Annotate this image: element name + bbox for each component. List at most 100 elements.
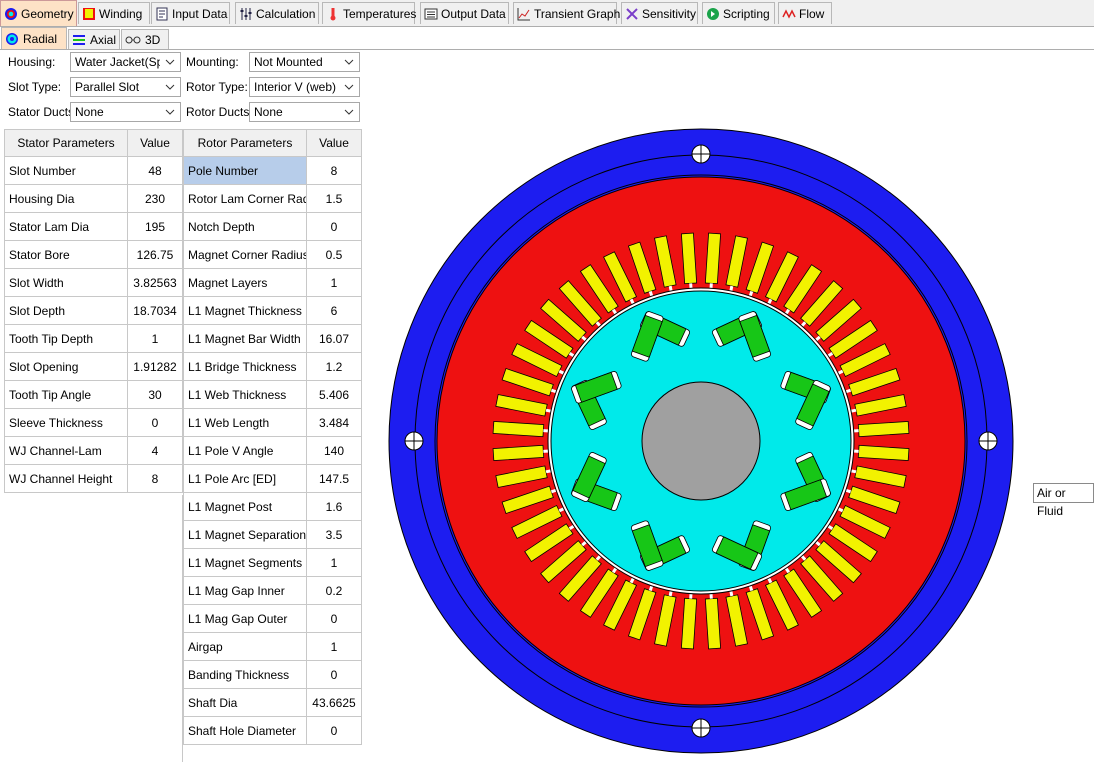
parameter-value-cell[interactable]: 1.2 — [306, 352, 362, 381]
table-row[interactable]: Slot Width 3.82563 — [4, 268, 183, 297]
parameter-value-cell[interactable]: 6 — [306, 296, 362, 325]
parameter-name-cell[interactable]: L1 Pole V Angle — [183, 436, 307, 465]
parameter-name-cell[interactable]: L1 Magnet Separation — [183, 520, 307, 549]
table-row[interactable]: L1 Magnet Bar Width 16.07 — [183, 324, 362, 353]
table-row[interactable]: L1 Magnet Thickness 6 — [183, 296, 362, 325]
table-row[interactable]: L1 Pole V Angle 140 — [183, 436, 362, 465]
tab-scripting[interactable]: Scripting — [702, 2, 775, 24]
table-row[interactable]: L1 Mag Gap Inner 0.2 — [183, 576, 362, 605]
tab-output-data[interactable]: Output Data — [420, 2, 509, 24]
parameter-name-cell[interactable]: L1 Magnet Segments — [183, 548, 307, 577]
table-row[interactable]: L1 Pole Arc [ED] 147.5 — [183, 464, 362, 493]
parameter-value-cell[interactable]: 0.5 — [306, 240, 362, 269]
parameter-name-cell[interactable]: Notch Depth — [183, 212, 307, 241]
parameter-value-cell[interactable]: 5.406 — [306, 380, 362, 409]
parameter-name-cell[interactable]: Shaft Dia — [183, 688, 307, 717]
parameter-name-cell[interactable]: Housing Dia — [4, 184, 128, 213]
parameter-name-cell[interactable]: Stator Lam Dia — [4, 212, 128, 241]
stator-ducts-select[interactable]: None — [70, 102, 181, 122]
parameter-value-cell[interactable]: 43.6625 — [306, 688, 362, 717]
parameter-value-cell[interactable]: 3.5 — [306, 520, 362, 549]
table-row[interactable]: Tooth Tip Depth 1 — [4, 324, 183, 353]
parameter-name-cell[interactable]: L1 Web Thickness — [183, 380, 307, 409]
tab-winding[interactable]: Winding — [78, 2, 150, 24]
parameter-value-cell[interactable]: 1.6 — [306, 492, 362, 521]
table-row[interactable]: Magnet Corner Radius 0.5 — [183, 240, 362, 269]
table-row[interactable]: Rotor Lam Corner Radius1.5 — [183, 184, 362, 213]
rotor-type-select[interactable]: Interior V (web) — [249, 77, 360, 97]
tab-sensitivity[interactable]: Sensitivity — [621, 2, 698, 24]
table-row[interactable]: Stator Bore 126.75 — [4, 240, 183, 269]
table-row[interactable]: Slot Number 48 — [4, 156, 183, 185]
table-row[interactable]: Tooth Tip Angle 30 — [4, 380, 183, 409]
parameter-name-cell[interactable]: Slot Opening — [4, 352, 128, 381]
parameter-value-cell[interactable]: 16.07 — [306, 324, 362, 353]
parameter-name-cell[interactable]: Slot Width — [4, 268, 128, 297]
table-row[interactable]: Notch Depth 0 — [183, 212, 362, 241]
table-row[interactable]: Sleeve Thickness 0 — [4, 408, 183, 437]
slot-type-select[interactable]: Parallel Slot — [70, 77, 181, 97]
parameter-name-cell[interactable]: Stator Bore — [4, 240, 128, 269]
parameter-value-cell[interactable]: 147.5 — [306, 464, 362, 493]
parameter-name-cell[interactable]: L1 Mag Gap Outer — [183, 604, 307, 633]
parameter-name-cell[interactable]: Airgap — [183, 632, 307, 661]
parameter-name-cell[interactable]: L1 Web Length — [183, 408, 307, 437]
parameter-name-cell[interactable]: Tooth Tip Depth — [4, 324, 128, 353]
table-row[interactable]: L1 Mag Gap Outer 0 — [183, 604, 362, 633]
parameter-value-cell[interactable]: 126.75 — [127, 240, 183, 269]
table-row[interactable]: L1 Magnet Post 1.6 — [183, 492, 362, 521]
tab-flow[interactable]: Flow — [778, 2, 832, 24]
parameter-value-cell[interactable]: 1 — [127, 324, 183, 353]
table-row[interactable]: Airgap 1 — [183, 632, 362, 661]
parameter-name-cell[interactable]: L1 Magnet Bar Width — [183, 324, 307, 353]
table-row[interactable]: L1 Bridge Thickness 1.2 — [183, 352, 362, 381]
parameter-value-cell[interactable]: 0 — [306, 716, 362, 745]
tab-calculation[interactable]: Calculation — [235, 2, 319, 24]
tab-temperatures[interactable]: Temperatures — [322, 2, 416, 24]
parameter-value-cell[interactable]: 3.82563 — [127, 268, 183, 297]
parameter-value-cell[interactable]: 8 — [127, 464, 183, 493]
parameter-value-cell[interactable]: 0 — [306, 212, 362, 241]
table-row[interactable]: WJ Channel-Lam 4 — [4, 436, 183, 465]
parameter-value-cell[interactable]: 1 — [306, 632, 362, 661]
parameter-value-cell[interactable]: 1.91282 — [127, 352, 183, 381]
parameter-name-cell[interactable]: WJ Channel Height — [4, 464, 128, 493]
parameter-value-cell[interactable]: 0 — [306, 660, 362, 689]
parameter-value-cell[interactable]: 1 — [306, 548, 362, 577]
parameter-value-cell[interactable]: 230 — [127, 184, 183, 213]
parameter-name-cell[interactable]: Slot Number — [4, 156, 128, 185]
parameter-name-cell[interactable]: Magnet Layers — [183, 268, 307, 297]
tab-geometry[interactable]: Geometry — [0, 0, 77, 26]
parameter-name-cell[interactable]: L1 Bridge Thickness — [183, 352, 307, 381]
table-row[interactable]: L1 Magnet Separation 3.5 — [183, 520, 362, 549]
parameter-name-cell[interactable]: Banding Thickness — [183, 660, 307, 689]
parameter-value-cell[interactable]: 18.7034 — [127, 296, 183, 325]
parameter-value-cell[interactable]: 1.5 — [306, 184, 362, 213]
parameter-value-cell[interactable]: 4 — [127, 436, 183, 465]
rotor-ducts-select[interactable]: None — [249, 102, 360, 122]
parameter-value-cell[interactable]: 0.2 — [306, 576, 362, 605]
parameter-name-cell[interactable]: Pole Number — [183, 156, 307, 185]
parameter-name-cell[interactable]: Rotor Lam Corner Radius — [183, 184, 307, 213]
tab-input-data[interactable]: Input Data — [151, 2, 230, 24]
table-row[interactable]: Shaft Dia 43.6625 — [183, 688, 362, 717]
tab-transient-graph[interactable]: Transient Graph — [513, 2, 620, 24]
parameter-name-cell[interactable]: L1 Magnet Thickness — [183, 296, 307, 325]
parameter-name-cell[interactable]: Tooth Tip Angle — [4, 380, 128, 409]
table-row[interactable]: Slot Depth 18.7034 — [4, 296, 183, 325]
parameter-name-cell[interactable]: L1 Magnet Post — [183, 492, 307, 521]
housing-select[interactable]: Water Jacket(Spira — [70, 52, 181, 72]
parameter-value-cell[interactable]: 195 — [127, 212, 183, 241]
parameter-value-cell[interactable]: 3.484 — [306, 408, 362, 437]
table-row[interactable]: L1 Magnet Segments 1 — [183, 548, 362, 577]
table-row[interactable]: Shaft Hole Diameter 0 — [183, 716, 362, 745]
table-row[interactable]: Slot Opening 1.91282 — [4, 352, 183, 381]
parameter-value-cell[interactable]: 8 — [306, 156, 362, 185]
table-row[interactable]: L1 Web Thickness 5.406 — [183, 380, 362, 409]
table-row[interactable]: WJ Channel Height 8 — [4, 464, 183, 493]
parameter-value-cell[interactable]: 0 — [306, 604, 362, 633]
parameter-value-cell[interactable]: 30 — [127, 380, 183, 409]
parameter-value-cell[interactable]: 1 — [306, 268, 362, 297]
table-row[interactable]: Pole Number 8 — [183, 156, 362, 185]
tab-3d[interactable]: 3D — [121, 29, 169, 49]
